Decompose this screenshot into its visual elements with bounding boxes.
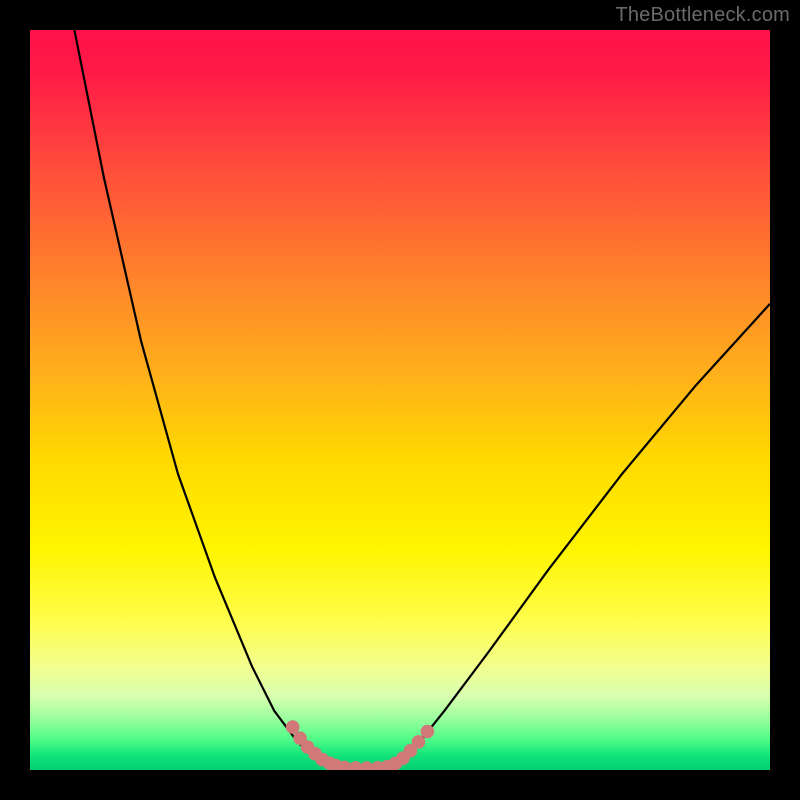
highlight-dot <box>286 720 300 734</box>
watermark-text: TheBottleneck.com <box>615 4 790 27</box>
chart-stage: TheBottleneck.com <box>0 0 800 800</box>
curve-layer <box>30 30 770 770</box>
plot-area <box>30 30 770 770</box>
highlight-dot <box>412 735 426 749</box>
highlight-dots <box>286 720 434 770</box>
highlight-dot <box>421 725 435 739</box>
bottleneck-curve <box>74 30 770 769</box>
